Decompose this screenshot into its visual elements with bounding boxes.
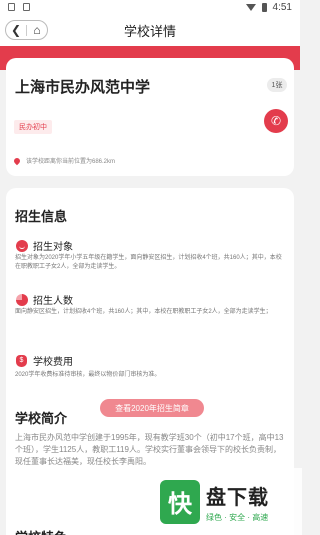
status-time: 4:51 [272,1,292,13]
watermark-main: 盘下载 [206,486,269,509]
home-icon[interactable]: ⌂ [27,21,47,39]
wifi-icon [245,3,256,11]
admission-title: 招生信息 [15,209,68,224]
count-badge[interactable]: 1张 [267,78,287,92]
location-pin-icon [12,156,22,165]
target-desc: 招生对象为2020学年小学五年级在籍学生，面向静安区招生，计划招收4个班，共16… [15,255,282,270]
nav-capsule: ❮ ⌂ [5,20,48,40]
count-row: 招生人数 [15,292,73,307]
watermark-text: 盘下载 绿色 · 安全 · 高速 [206,481,269,523]
target-icon [15,239,28,252]
count-desc: 面向静安区招生，计划招收4个班，共160人；其中，本校在职教职工子女2人，全部为… [15,309,272,315]
status-bar: 4:51 [0,0,300,14]
count-label: 招生人数 [33,296,73,307]
status-left [8,3,30,11]
pie-chart-icon [15,293,28,306]
notification-icon [23,3,30,11]
distance-text: 该学校距离你当前位置为686.2km [26,159,116,165]
school-type-tag: 民办初中 [14,120,52,134]
target-label: 招生对象 [33,242,73,253]
watermark: 快 盘下载 绿色 · 安全 · 高速 [152,468,302,535]
distance-info: 该学校距离你当前位置为686.2km [12,156,116,165]
watermark-logo-char: 快 [168,491,192,518]
intro-text: 上海市民办风范中学创建于1995年，现有教学班30个（初中17个班，高中13个班… [15,433,284,466]
watermark-sub: 绿色 · 安全 · 高速 [206,512,269,522]
intro-title: 学校简介 [15,411,68,426]
watermark-logo: 快 [160,479,200,524]
battery-icon [261,2,267,12]
settings-icon [8,3,15,11]
school-card: 上海市民办风范中学 1张 民办初中 ✆ 该学校距离你当前位置为686.2km [6,58,294,176]
back-icon[interactable]: ❮ [6,21,26,39]
feature-title: 学校特色 [15,527,67,535]
fee-row: $ 学校费用 [15,353,73,368]
view-admission-brochure-button[interactable]: 查看2020年招生简章 [100,399,204,417]
money-bag-icon: $ [16,354,27,367]
call-button[interactable]: ✆ [264,109,288,133]
fee-desc: 2020学年收费标准待审核，最终以物价部门审核为准。 [15,372,161,378]
phone-icon: ✆ [270,114,282,128]
school-name: 上海市民办风范中学 [15,79,151,96]
fee-label: 学校费用 [33,357,73,368]
status-right: 4:51 [245,1,292,13]
nav-bar: ❮ ⌂ 学校详情 [0,14,300,46]
page-title: 学校详情 [123,23,176,39]
target-row: 招生对象 [15,238,73,253]
